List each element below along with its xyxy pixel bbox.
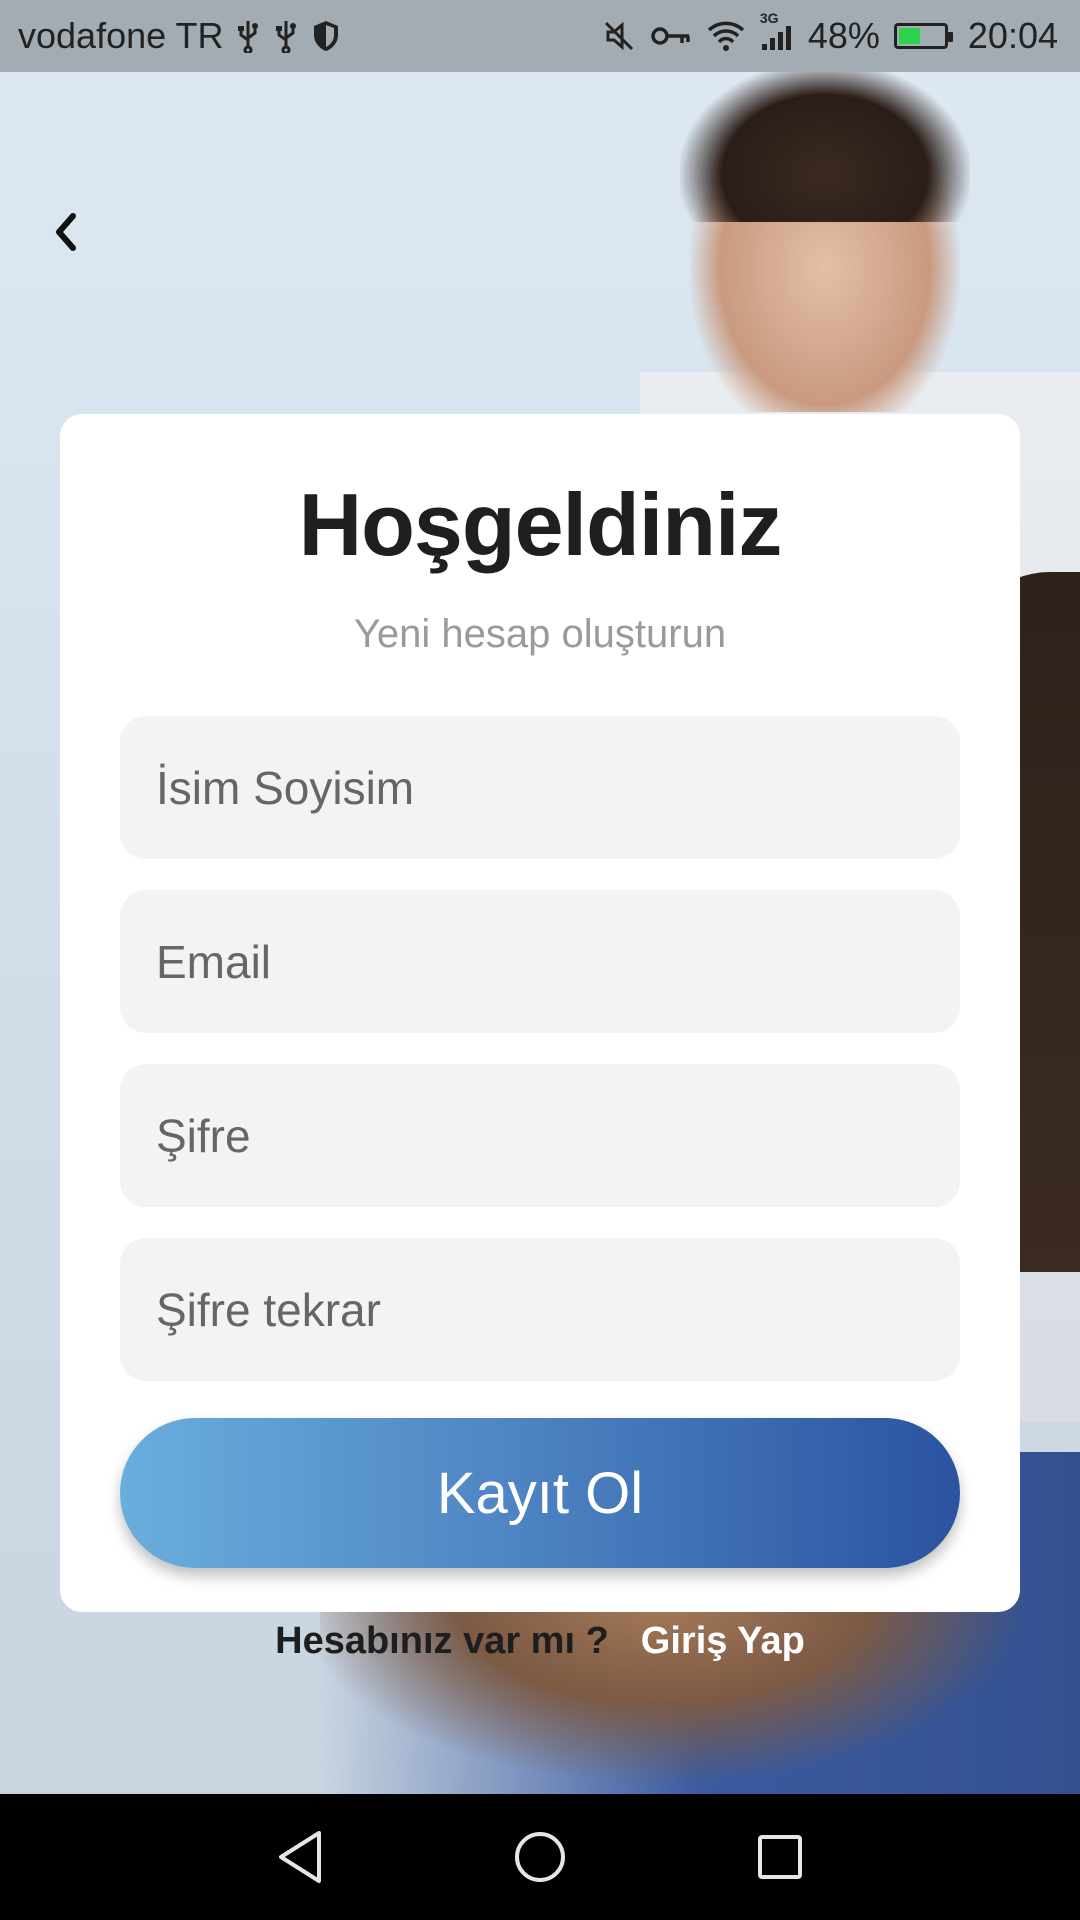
usb-icon [273,19,299,53]
email-field[interactable] [120,890,960,1033]
battery-level-fill [898,28,921,44]
battery-icon [893,23,953,49]
back-button[interactable] [36,202,96,262]
triangle-back-icon [279,1831,321,1883]
login-prompt: Hesabınız var mı ? Giriş Yap [0,1620,1080,1663]
shield-icon [311,19,341,53]
password-repeat-field[interactable] [120,1238,960,1381]
battery-percent: 48% [807,15,880,56]
password-field[interactable] [120,1064,960,1207]
nav-recents-button[interactable] [735,1812,825,1902]
system-nav-bar [0,1794,1080,1920]
name-field[interactable] [120,716,960,859]
signal-icon: 3G [760,10,794,52]
nav-home-button[interactable] [495,1812,585,1902]
status-bar: vodafone TR 3G 48% 20:04 [0,0,1080,72]
page-subtitle: Yeni hesap oluşturun [353,612,727,656]
background-photo: Hoşgeldiniz Yeni hesap oluşturun Kayıt O… [0,72,1080,1794]
photo-person-hair [680,72,970,222]
register-button[interactable]: Kayıt Ol [120,1418,960,1568]
circle-home-icon [515,1832,565,1882]
register-card: Hoşgeldiniz Yeni hesap oluşturun Kayıt O… [60,414,1020,1612]
key-icon [650,21,692,51]
clock: 20:04 [967,15,1058,56]
nav-back-button[interactable] [255,1812,345,1902]
login-question: Hesabınız var mı ? [275,1620,609,1662]
login-link[interactable]: Giriş Yap [641,1620,805,1663]
wifi-icon [706,20,746,52]
chevron-left-icon [56,213,76,251]
network-type: 3G [759,10,779,26]
mute-icon [602,19,636,53]
square-recents-icon [758,1835,802,1879]
page-title: Hoşgeldiniz [298,475,783,574]
carrier-name: vodafone TR [18,15,224,56]
usb-icon [235,19,261,53]
